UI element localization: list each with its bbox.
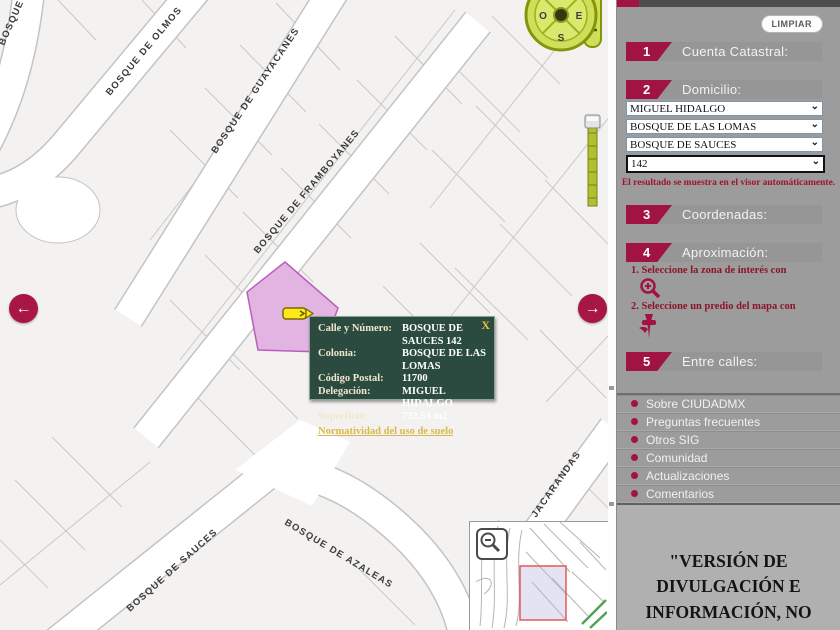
disclaimer-text: "VERSIÓN DE DIVULGACIÓN E INFORMACIÓN, N… <box>645 551 812 630</box>
clear-button[interactable]: LIMPIAR <box>760 15 823 33</box>
section-number-badge: 5 <box>626 352 672 371</box>
compass-east-label: E <box>576 11 583 22</box>
link-label: Preguntas frecuentes <box>646 414 761 429</box>
link-label: Actualizaciones <box>646 468 730 483</box>
bullet-icon <box>631 436 638 443</box>
tooltip-value: BOSQUE DE SAUCES 142 <box>402 323 463 347</box>
section-aproximacion[interactable]: 4 Aproximación: <box>626 243 822 262</box>
section-number-badge: 2 <box>626 80 672 99</box>
section-label: Domicilio: <box>682 82 742 97</box>
topbar-accent <box>617 0 639 7</box>
land-use-link[interactable]: Normatividad del uso de suelo <box>318 426 453 437</box>
pan-right-button[interactable]: → <box>578 294 607 323</box>
compass-west-label: O <box>539 11 547 22</box>
link-label: Comunidad <box>646 450 708 465</box>
section-coordenadas[interactable]: 3 Coordenadas: <box>626 205 822 224</box>
link-comentarios[interactable]: Comentarios <box>617 485 840 503</box>
zoom-slider-knob[interactable] <box>584 114 601 129</box>
section-number-badge: 3 <box>626 205 672 224</box>
bullet-icon <box>631 472 638 479</box>
disclaimer-panel: "VERSIÓN DE DIVULGACIÓN E INFORMACIÓN, N… <box>617 503 840 630</box>
section-label: Cuenta Catastral: <box>682 44 789 59</box>
link-label: Otros SIG <box>646 432 700 447</box>
tooltip-close-icon[interactable]: X <box>481 318 490 333</box>
select-value: 142 <box>631 158 648 170</box>
zoom-slider-knob-highlight <box>587 117 598 121</box>
bullet-icon <box>631 400 638 407</box>
magnifier-minus-icon <box>480 532 501 553</box>
tooltip-label: Colonia: <box>318 348 357 359</box>
arrow-left-icon: ← <box>15 299 32 317</box>
bullet-icon <box>631 418 638 425</box>
zoom-in-tool-icon <box>639 277 661 304</box>
link-label: Comentarios <box>646 486 715 501</box>
tooltip-row: Superficie: 732.53 m2 <box>318 411 488 424</box>
overview-minimap[interactable] <box>469 521 608 630</box>
tooltip-label: Superficie: <box>318 410 367 422</box>
footer-links: Sobre CIUDADMX Preguntas frecuentes Otro… <box>617 393 840 503</box>
section-cuenta-catastral[interactable]: 1 Cuenta Catastral: <box>626 42 822 61</box>
bullet-icon <box>631 490 638 497</box>
tooltip-label: Delegación: <box>318 385 371 397</box>
auto-result-note: El resultado se muestra en el visor auto… <box>621 178 836 188</box>
chevron-down-icon: ⌄ <box>810 100 819 112</box>
tooltip-value: BOSQUE DE LAS LOMAS <box>402 348 487 372</box>
tooltip-label: Calle y Número: <box>318 323 392 334</box>
select-value: BOSQUE DE SAUCES <box>630 138 737 151</box>
minimap-extent-rect[interactable] <box>519 565 567 621</box>
parcel-marker-icon <box>282 305 315 328</box>
bullet-icon <box>631 454 638 461</box>
approx-step1-text: 1. Seleccione la zona de interés con <box>631 265 787 276</box>
select-value: BOSQUE DE LAS LOMAS <box>630 120 757 133</box>
tooltip-row: Delegación: MIGUEL HIDALGO <box>318 386 488 411</box>
link-otros-sig[interactable]: Otros SIG <box>617 431 840 449</box>
map-sidebar-divider[interactable] <box>608 0 617 630</box>
pushpin-tool-icon <box>635 312 663 345</box>
tooltip-row: Código Postal: 11700 <box>318 373 488 386</box>
sidebar-topbar <box>617 0 840 7</box>
link-preguntas-frecuentes[interactable]: Preguntas frecuentes <box>617 413 840 431</box>
divider-tick <box>609 386 614 390</box>
approx-step2-text: 2. Seleccione un predio del mapa con <box>631 301 796 312</box>
section-entre-calles[interactable]: 5 Entre calles: <box>626 352 822 371</box>
colonia-select[interactable]: BOSQUE DE LAS LOMAS ⌄ <box>626 119 823 134</box>
section-number-badge: 1 <box>626 42 672 61</box>
link-actualizaciones[interactable]: Actualizaciones <box>617 467 840 485</box>
app-window: BOSQUE D BOSQUE DE OLMOS BOSQUE DE GUAYA… <box>0 0 840 630</box>
map-canvas[interactable]: BOSQUE D BOSQUE DE OLMOS BOSQUE DE GUAYA… <box>0 0 608 630</box>
tooltip-label: Código Postal: <box>318 373 384 384</box>
delegacion-select[interactable]: MIGUEL HIDALGO ⌄ <box>626 101 823 116</box>
tooltip-row: Colonia: BOSQUE DE LAS LOMAS <box>318 348 488 373</box>
section-label: Aproximación: <box>682 245 769 260</box>
tooltip-row: Calle y Número: BOSQUE DE SAUCES 142 <box>318 323 488 348</box>
compass-center <box>553 7 569 23</box>
divider-tick <box>609 502 614 506</box>
section-number-badge: 4 <box>626 243 672 262</box>
chevron-down-icon: ⌄ <box>811 156 820 167</box>
section-domicilio[interactable]: 2 Domicilio: <box>626 80 822 99</box>
chevron-down-icon: ⌄ <box>810 136 819 148</box>
tooltip-value: MIGUEL HIDALGO <box>402 385 453 410</box>
select-value: MIGUEL HIDALGO <box>630 102 726 115</box>
search-sidebar: LIMPIAR 1 Cuenta Catastral: 2 Domicilio:… <box>617 0 840 630</box>
chevron-down-icon: ⌄ <box>810 118 819 130</box>
section-label: Entre calles: <box>682 354 758 369</box>
minimap-zoom-out-button[interactable] <box>476 528 508 560</box>
tooltip-value: 732.53 m2 <box>402 410 448 422</box>
link-comunidad[interactable]: Comunidad <box>617 449 840 467</box>
numero-select[interactable]: 142 ⌄ <box>626 155 825 173</box>
link-label: Sobre CIUDADMX <box>646 396 746 411</box>
arrow-right-icon: → <box>584 299 601 317</box>
section-label: Coordenadas: <box>682 207 768 222</box>
calle-select[interactable]: BOSQUE DE SAUCES ⌄ <box>626 137 823 152</box>
cul-de-sac-center <box>30 190 86 230</box>
pan-left-button[interactable]: ← <box>9 294 38 323</box>
parcel-info-tooltip: X Calle y Número: BOSQUE DE SAUCES 142 C… <box>309 316 495 437</box>
tooltip-value: 11700 <box>402 373 428 384</box>
compass-south-label: S <box>558 33 565 44</box>
link-sobre-ciudadmx[interactable]: Sobre CIUDADMX <box>617 395 840 413</box>
